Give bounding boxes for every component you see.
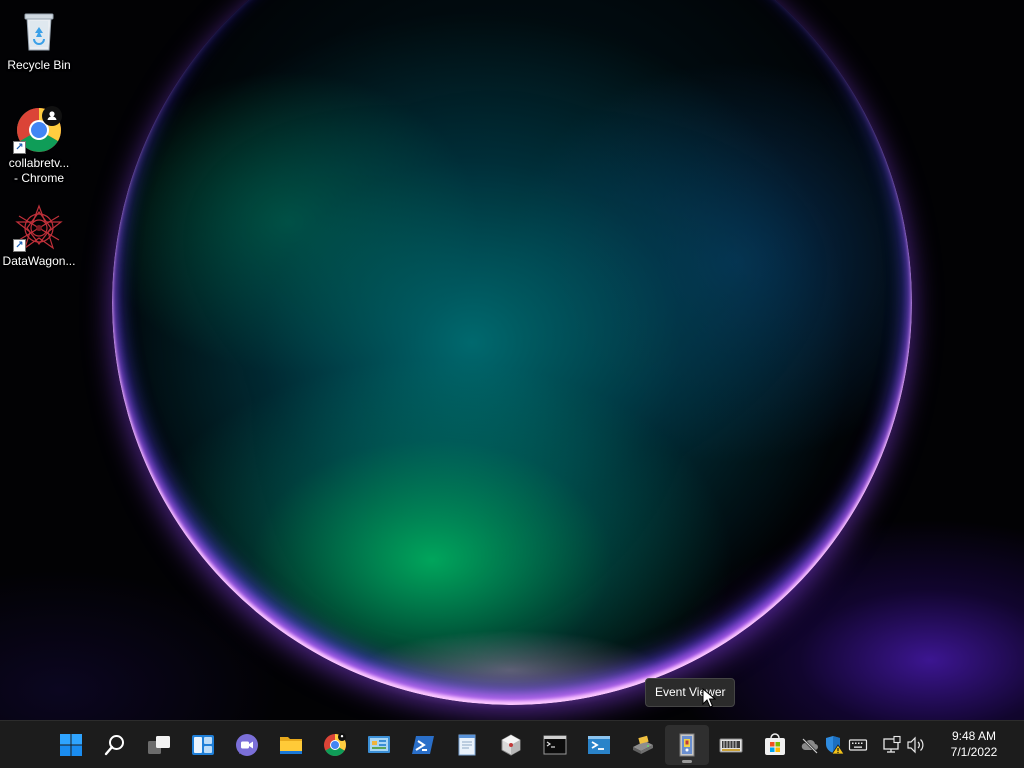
powershell-icon <box>412 736 434 754</box>
taskbar: 9:48 AM 7/1/2022 <box>0 720 1024 768</box>
system-tray <box>800 721 926 768</box>
device-manager-icon <box>719 738 743 753</box>
file-explorer-button[interactable] <box>269 725 313 765</box>
desktop-icon-recycle-bin[interactable]: Recycle Bin <box>0 8 78 73</box>
windows-start-icon <box>60 734 82 756</box>
disk-management-button[interactable] <box>621 725 665 765</box>
touch-keyboard-button[interactable] <box>848 735 868 755</box>
wallpaper-glow <box>360 630 660 710</box>
desktop-icon-datawagon[interactable]: ↗ DataWagon... <box>0 204 78 269</box>
taskbar-apps <box>49 721 797 768</box>
search-button[interactable] <box>93 725 137 765</box>
device-manager-button[interactable] <box>709 725 753 765</box>
network-icon <box>883 735 901 753</box>
store-icon <box>765 733 785 755</box>
chrome-button[interactable] <box>313 725 357 765</box>
volume-icon <box>907 736 924 754</box>
clock-date: 7/1/2022 <box>950 745 998 759</box>
keyboard-icon <box>848 739 868 751</box>
desktop-icon-label: Recycle Bin <box>7 58 71 72</box>
command-prompt-icon <box>543 735 567 755</box>
task-view-icon <box>148 736 170 754</box>
windows-security-button[interactable] <box>824 735 844 755</box>
event-viewer-icon <box>679 733 695 757</box>
chrome-icon <box>324 733 346 756</box>
component-services-button[interactable] <box>489 725 533 765</box>
shortcut-arrow-icon: ↗ <box>13 239 26 252</box>
wallpaper-bloom <box>112 0 912 705</box>
command-prompt-button[interactable] <box>533 725 577 765</box>
desktop-icon-label: DataWagon... <box>2 254 76 268</box>
volume-button[interactable] <box>906 735 926 755</box>
security-warning-icon <box>826 736 844 755</box>
task-view-button[interactable] <box>137 725 181 765</box>
disk-management-icon <box>633 735 653 754</box>
datawagon-icon: ↗ <box>13 204 63 252</box>
widgets-button[interactable] <box>181 725 225 765</box>
start-button[interactable] <box>49 725 93 765</box>
desktop-icon-chrome-profile[interactable]: ↗ collabretv... - Chrome <box>0 106 78 186</box>
widgets-icon <box>192 735 214 755</box>
chat-button[interactable] <box>225 725 269 765</box>
cloud-offline-icon <box>801 738 818 754</box>
folder-icon <box>280 737 302 754</box>
onedrive-button[interactable] <box>800 735 820 755</box>
network-button[interactable] <box>882 735 902 755</box>
notepad-icon <box>458 734 476 756</box>
control-panel-button[interactable] <box>357 725 401 765</box>
recycle-bin-icon <box>15 8 63 56</box>
clock-time: 9:48 AM <box>951 729 997 743</box>
desktop-wallpaper <box>0 0 1024 720</box>
search-icon <box>104 735 124 756</box>
component-services-icon <box>501 734 521 756</box>
chrome-profile-icon: ↗ <box>13 106 63 154</box>
event-viewer-button[interactable] <box>665 725 709 765</box>
notepad-button[interactable] <box>445 725 489 765</box>
taskbar-clock[interactable]: 9:48 AM 7/1/2022 <box>938 728 1010 760</box>
powershell-ise-button[interactable] <box>577 725 621 765</box>
teams-chat-icon <box>236 734 258 756</box>
mouse-cursor-icon <box>702 688 716 708</box>
desktop-icon-label: collabretv... - Chrome <box>8 156 70 185</box>
microsoft-store-button[interactable] <box>753 725 797 765</box>
taskbar-tooltip: Event Viewer <box>645 678 736 707</box>
powershell-button[interactable] <box>401 725 445 765</box>
shortcut-arrow-icon: ↗ <box>13 141 26 154</box>
control-panel-icon <box>368 736 390 753</box>
powershell-ise-icon <box>588 736 610 754</box>
